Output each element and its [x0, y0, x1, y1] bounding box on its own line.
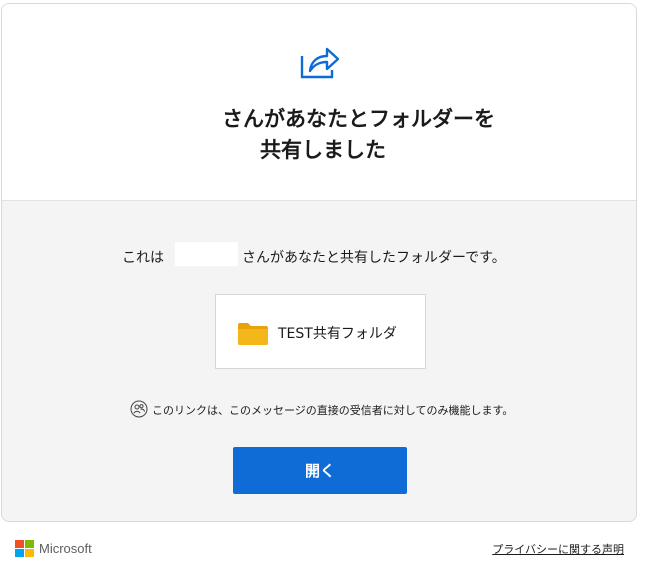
- footer: Microsoft プライバシーに関する声明: [0, 528, 645, 565]
- people-icon: [130, 400, 148, 418]
- open-button[interactable]: 開く: [233, 447, 407, 494]
- shared-folder-tile[interactable]: TEST共有フォルダ: [215, 294, 426, 369]
- share-notification-card: さんがあなたとフォルダーを 共有しました これは さんがあなたと共有したフォルダ…: [1, 3, 637, 522]
- redacted-sender-inline: [175, 242, 238, 266]
- card-header: さんがあなたとフォルダーを 共有しました: [2, 4, 636, 201]
- notice-text: このリンクは、このメッセージの直接の受信者に対してのみ機能します。: [152, 404, 514, 417]
- share-icon: [300, 47, 340, 79]
- headline-line2: 共有しました: [260, 138, 386, 162]
- microsoft-logo-icon: [15, 540, 36, 557]
- folder-name: TEST共有フォルダ: [278, 326, 397, 342]
- description-prefix: これは: [122, 250, 164, 266]
- folder-icon: [238, 323, 268, 345]
- redacted-sender-name: [152, 107, 224, 133]
- headline-line1: さんがあなたとフォルダーを: [222, 107, 495, 131]
- description-suffix: さんがあなたと共有したフォルダーです。: [242, 250, 506, 266]
- microsoft-brand: Microsoft: [39, 541, 92, 556]
- privacy-statement-link[interactable]: プライバシーに関する声明: [492, 541, 624, 557]
